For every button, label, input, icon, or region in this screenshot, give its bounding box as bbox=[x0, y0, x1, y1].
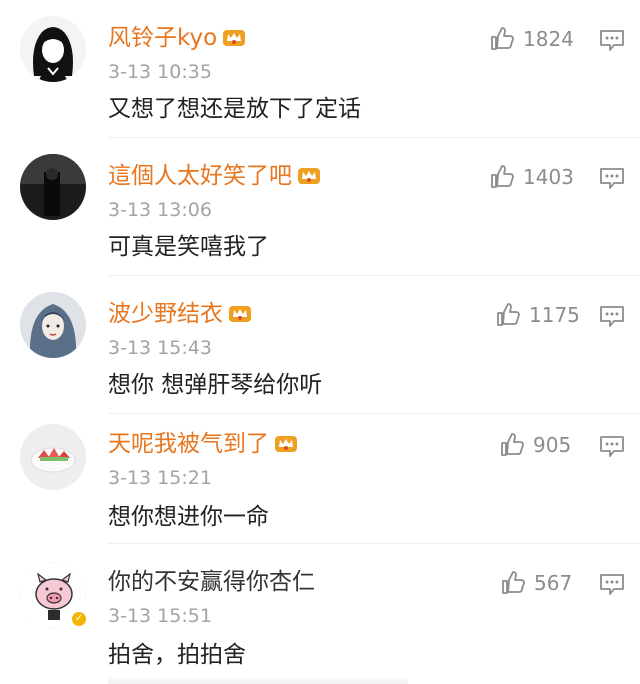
comment-time: 3-13 10:35 bbox=[108, 61, 212, 83]
comment-text: 想你 想弹肝琴给你听 bbox=[108, 372, 323, 398]
vip-crown-icon bbox=[223, 30, 246, 46]
comment-item: 波少野结衣 3-13 15:43 想你 想弹肝琴给你听 1175 bbox=[0, 276, 640, 414]
username-text[interactable]: 你的不安赢得你杏仁 bbox=[108, 569, 315, 595]
thumbs-up-icon bbox=[502, 571, 525, 594]
avatar[interactable] bbox=[20, 16, 86, 82]
thumbs-up-icon bbox=[501, 433, 524, 456]
comment-text: 拍舍，拍拍舍 bbox=[108, 642, 246, 668]
comment-time: 3-13 15:51 bbox=[108, 605, 212, 627]
username[interactable]: 你的不安赢得你杏仁 bbox=[108, 568, 315, 596]
username-text[interactable]: 风铃子kyo bbox=[108, 25, 217, 51]
like-count: 1824 bbox=[523, 27, 574, 51]
username-text[interactable]: 波少野结衣 bbox=[108, 301, 223, 327]
like-button[interactable]: 1175 bbox=[495, 302, 580, 328]
like-count: 905 bbox=[533, 433, 572, 457]
comment-icon[interactable] bbox=[599, 304, 625, 328]
username[interactable]: 天呢我被气到了 bbox=[108, 430, 299, 458]
vip-crown-icon bbox=[298, 168, 320, 184]
comment-item: ✓ 你的不安赢得你杏仁 3-13 15:51 拍舍，拍拍舍 567 bbox=[0, 544, 640, 684]
avatar[interactable] bbox=[20, 292, 86, 358]
username[interactable]: 波少野结衣 bbox=[108, 300, 253, 328]
comment-text: 可真是笑嘻我了 bbox=[108, 234, 269, 260]
like-button[interactable]: 567 bbox=[500, 570, 572, 596]
avatar[interactable] bbox=[20, 154, 86, 220]
username[interactable]: 這個人太好笑了吧 bbox=[108, 162, 322, 190]
comment-icon[interactable] bbox=[599, 166, 625, 190]
comment-item: 天呢我被气到了 3-13 15:21 想你想进你一命 905 bbox=[0, 414, 640, 544]
like-count: 567 bbox=[534, 571, 573, 595]
comment-item: 风铃子kyo 3-13 10:35 又想了想还是放下了定话 1824 bbox=[0, 0, 640, 138]
like-button[interactable]: 1403 bbox=[489, 164, 574, 190]
like-count: 1403 bbox=[523, 165, 574, 189]
comment-list: 风铃子kyo 3-13 10:35 又想了想还是放下了定话 1824 這個人太好… bbox=[0, 0, 640, 684]
username-text[interactable]: 天呢我被气到了 bbox=[108, 431, 269, 457]
vip-crown-icon bbox=[275, 436, 297, 452]
next-comment-peek bbox=[108, 676, 408, 684]
like-count: 1175 bbox=[529, 303, 580, 327]
comment-item: 這個人太好笑了吧 3-13 13:06 可真是笑嘻我了 1403 bbox=[0, 138, 640, 276]
comment-icon[interactable] bbox=[599, 434, 625, 458]
comment-text: 想你想进你一命 bbox=[108, 504, 269, 530]
comment-time: 3-13 15:21 bbox=[108, 467, 212, 489]
thumbs-up-icon bbox=[491, 165, 514, 188]
username[interactable]: 风铃子kyo bbox=[108, 24, 247, 52]
comment-time: 3-13 13:06 bbox=[108, 199, 212, 221]
comment-icon[interactable] bbox=[599, 28, 625, 52]
like-button[interactable]: 905 bbox=[499, 432, 571, 458]
like-button[interactable]: 1824 bbox=[489, 26, 574, 52]
comment-time: 3-13 15:43 bbox=[108, 337, 212, 359]
comment-text: 又想了想还是放下了定话 bbox=[108, 96, 361, 122]
verified-badge-icon: ✓ bbox=[70, 610, 88, 628]
username-text[interactable]: 這個人太好笑了吧 bbox=[108, 163, 292, 189]
thumbs-up-icon bbox=[491, 27, 514, 50]
comment-icon[interactable] bbox=[599, 572, 625, 596]
thumbs-up-icon bbox=[497, 303, 520, 326]
avatar[interactable] bbox=[20, 424, 86, 490]
vip-crown-icon bbox=[229, 306, 251, 322]
